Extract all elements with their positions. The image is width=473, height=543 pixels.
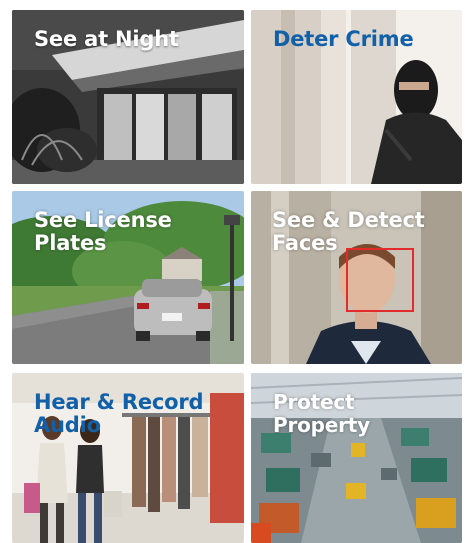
tile-protect-property[interactable]: Protect Property — [251, 373, 462, 543]
tile-label: See at Night — [34, 27, 179, 51]
tile-label: See License Plates — [34, 208, 172, 255]
tile-label: Deter Crime — [273, 27, 414, 51]
tile-see-license-plates[interactable]: See License Plates — [12, 191, 244, 364]
tile-see-detect-faces[interactable]: See & Detect Faces — [251, 191, 462, 364]
tile-hear-record-audio[interactable]: Hear & Record Audio — [12, 373, 244, 543]
tile-label: Protect Property — [273, 390, 371, 437]
tile-deter-crime[interactable]: Deter Crime — [251, 10, 462, 184]
tile-see-at-night[interactable]: See at Night — [12, 10, 244, 184]
tile-label: See & Detect Faces — [272, 208, 425, 255]
tile-label: Hear & Record Audio — [34, 390, 204, 437]
